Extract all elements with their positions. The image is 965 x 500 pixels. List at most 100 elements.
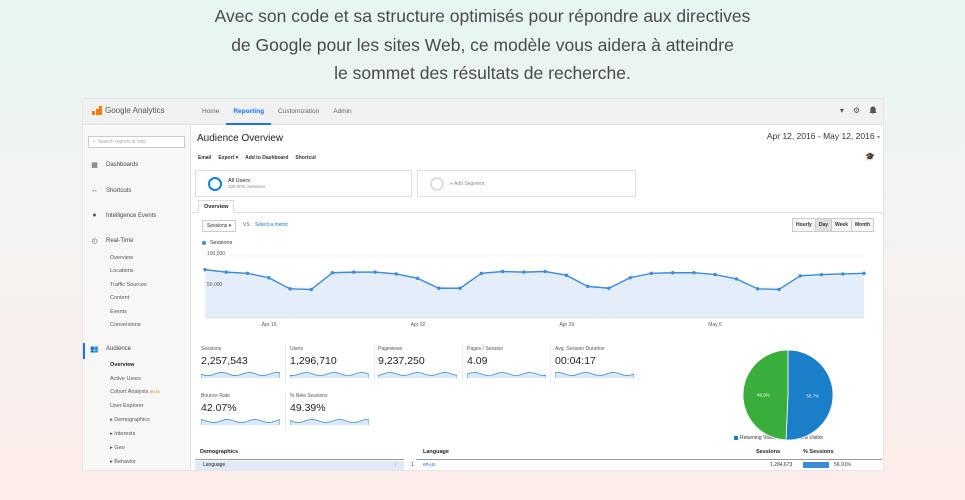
add-to-dashboard-button[interactable]: Add to Dashboard <box>245 155 288 161</box>
sessions-chart[interactable]: 100,000 50,000 Apr 15 Apr 22 Apr 29 May 6 <box>192 246 883 338</box>
grid-icon: ▦ <box>91 162 98 169</box>
row-pct-bar <box>803 462 829 468</box>
metric-card-bounce-rate[interactable]: Bounce Rate 42.07% <box>201 393 280 425</box>
tab-admin[interactable]: Admin <box>326 99 358 125</box>
headline-line-2: de Google pour les sites Web, ce modèle … <box>231 34 734 55</box>
date-range-picker[interactable]: Apr 12, 2016 - May 12, 2016 ▾ <box>767 131 880 141</box>
sidebar-sub-active-users[interactable]: Active Users <box>110 376 141 382</box>
sparkline <box>467 371 546 378</box>
sidebar-sub-cohort-analysis[interactable]: Cohort Analysis BETA <box>110 389 160 395</box>
sidebar-sub-traffic-sources[interactable]: Traffic Sources <box>110 282 147 288</box>
email-button[interactable]: Email <box>198 155 211 161</box>
row-pct: 56.91% <box>834 462 851 468</box>
metric-value: 00:04:17 <box>555 355 596 367</box>
sidebar-item-shortcuts[interactable]: ↔ Shortcuts <box>90 187 131 194</box>
sidebar-sub-behavior[interactable]: ▸ Behavior <box>110 459 136 465</box>
bell-icon[interactable] <box>869 106 877 117</box>
metric-value: 9,237,250 <box>378 355 425 367</box>
sidebar-sub-overview[interactable]: Overview <box>110 255 133 261</box>
gear-icon[interactable]: ⚙ <box>853 106 860 117</box>
tab-home[interactable]: Home <box>195 99 226 125</box>
data-point <box>458 286 462 290</box>
sidebar-item-label: Audience <box>106 346 132 352</box>
data-point <box>756 287 760 291</box>
divider <box>195 459 404 460</box>
sparkline <box>201 371 280 378</box>
sidebar-sub-geo[interactable]: ▸ Geo <box>110 445 125 451</box>
metric-card-sessions[interactable]: Sessions 2,257,543 <box>201 346 280 378</box>
granularity-day[interactable]: Day <box>814 218 833 232</box>
metric-select[interactable]: Sessions ▾ <box>202 220 237 232</box>
pct-sessions-header: % Sessions <box>803 449 834 455</box>
data-point <box>649 271 654 276</box>
data-point <box>692 271 696 275</box>
segment-all-users[interactable]: All Users 100.00% Sessions <box>195 170 412 197</box>
metric-label: Bounce Rate <box>201 393 230 399</box>
row-sessions: 1,284,673 <box>770 462 793 468</box>
metric-value: 4.09 <box>467 355 488 367</box>
segment-ring-icon <box>208 176 222 191</box>
analytics-logo-icon <box>92 106 102 115</box>
export-button[interactable]: Export ▾ <box>218 155 238 161</box>
granularity-hourly[interactable]: Hourly <box>791 218 816 232</box>
sessions-header: Sessions <box>756 449 781 455</box>
arrows-icon: ↔ <box>91 187 98 194</box>
sidebar-sub-locations[interactable]: Locations <box>110 268 134 274</box>
metric-card-users[interactable]: Users 1,296,710 <box>290 346 369 378</box>
search-input[interactable]: ⌕ Search reports & help <box>88 136 185 148</box>
sidebar-sub-content[interactable]: Content <box>110 295 129 301</box>
sidebar: ⌕ Search reports & help ▦ Dashboards ↔ S… <box>83 126 191 470</box>
active-section-indicator <box>83 343 85 359</box>
data-point <box>437 286 441 290</box>
x-tick-label: Apr 15 <box>262 322 277 328</box>
shortcut-button[interactable]: Shortcut <box>295 155 316 161</box>
segment-sub: 100.00% Sessions <box>228 184 266 189</box>
metric-card-new-sessions[interactable]: % New Sessions 49.39% <box>290 393 369 425</box>
divider <box>374 344 375 384</box>
sidebar-sub-demographics[interactable]: ▸ Demographics <box>110 417 150 423</box>
sidebar-sub-events[interactable]: Events <box>110 309 127 315</box>
visitor-pie-chart[interactable]: 50.7% 49.3% <box>738 345 838 445</box>
tab-customization[interactable]: Customization <box>271 99 326 125</box>
add-segment-label: + Add Segment <box>450 180 485 187</box>
granularity-week[interactable]: Week <box>831 218 852 232</box>
data-point <box>500 269 505 274</box>
chevron-right-icon: › <box>394 462 396 468</box>
language-row[interactable]: Language › <box>195 461 404 470</box>
logo[interactable]: Google Analytics <box>92 106 165 115</box>
tab-overview[interactable]: Overview <box>198 200 235 214</box>
data-point <box>267 276 271 280</box>
row-language-link[interactable]: en-us <box>423 462 436 468</box>
sidebar-item-label: Real-Time <box>106 238 134 244</box>
sidebar-item-intelligence-events[interactable]: ● Intelligence Events <box>90 212 156 219</box>
divider <box>550 344 551 384</box>
sidebar-item-audience[interactable]: 👥 Audience <box>90 345 131 353</box>
data-point <box>415 276 420 281</box>
caret-down-icon[interactable]: ▾ <box>840 106 844 117</box>
metric-label: % New Sessions <box>290 393 328 399</box>
sidebar-item-label: Shortcuts <box>106 187 132 194</box>
data-point <box>670 271 675 275</box>
sidebar-sub-user-explorer[interactable]: User Explorer <box>110 403 144 409</box>
sidebar-item-real-time[interactable]: ◴ Real-Time <box>90 237 133 245</box>
data-point <box>841 272 845 276</box>
sidebar-sub-audience-overview[interactable]: Overview <box>110 362 134 368</box>
add-segment-button[interactable]: + Add Segment <box>417 170 636 197</box>
data-point <box>522 270 526 274</box>
headline-line-3: le sommet des résultats de recherche. <box>334 63 631 83</box>
metric-card-avg-session-duration[interactable]: Avg. Session Duration 00:04:17 <box>555 346 634 378</box>
language-header: Language <box>423 449 449 455</box>
sidebar-sub-conversions[interactable]: Conversions <box>110 322 141 328</box>
analytics-screenshot: Google Analytics Home Reporting Customiz… <box>83 99 883 470</box>
data-point <box>607 286 611 290</box>
select-metric-link[interactable]: Select a metric <box>255 222 288 228</box>
pie-slice-label: 50.7% <box>806 394 819 399</box>
sidebar-item-dashboards[interactable]: ▦ Dashboards <box>90 161 138 169</box>
metric-card-pages-per-session[interactable]: Pages / Session 4.09 <box>467 346 546 378</box>
metric-card-pageviews[interactable]: Pageviews 9,237,250 <box>378 346 457 378</box>
tab-reporting[interactable]: Reporting <box>226 99 272 125</box>
granularity-month[interactable]: Month <box>851 218 874 232</box>
graduation-cap-icon[interactable]: 🎓 <box>865 152 875 161</box>
data-point <box>309 287 313 292</box>
sidebar-sub-interests[interactable]: ▸ Interests <box>110 431 135 437</box>
